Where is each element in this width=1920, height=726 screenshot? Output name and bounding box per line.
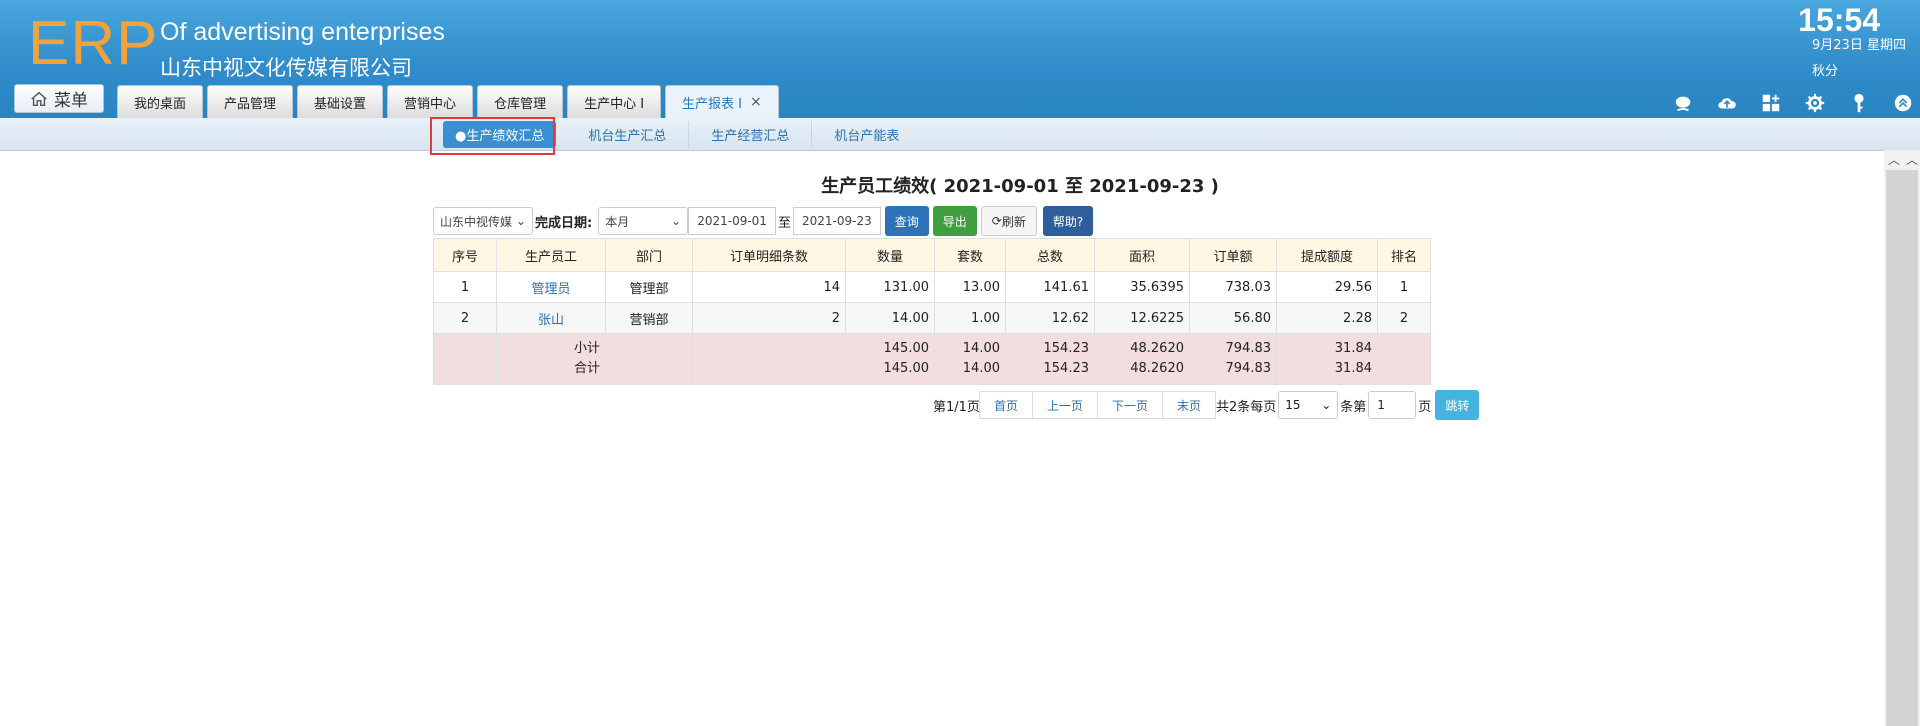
- system-name-en: Of advertising enterprises: [160, 18, 445, 46]
- erp-logo: ERP: [28, 9, 159, 78]
- app-header: ERP Of advertising enterprises 山东中视文化传媒有…: [0, 0, 1920, 118]
- report-subnav: ●生产绩效汇总 机台生产汇总 生产经营汇总 机台产能表: [0, 118, 1920, 151]
- col-header: 序号: [433, 238, 497, 272]
- jump-page-button[interactable]: 跳转: [1435, 390, 1480, 420]
- cloud-upload-icon[interactable]: [1714, 90, 1740, 116]
- key-icon[interactable]: [1846, 90, 1872, 116]
- first-page-button[interactable]: 首页: [978, 391, 1033, 419]
- company-name: 山东中视文化传媒有限公司: [160, 56, 412, 80]
- date-to-input[interactable]: 2021-09-23: [792, 207, 881, 235]
- table-row: 1 管理员 管理部 14 131.00 13.00 141.61 35.6395…: [433, 271, 1431, 303]
- employee-link[interactable]: 张山: [538, 313, 564, 328]
- collapse-up-icon[interactable]: [1890, 90, 1916, 116]
- tab-production-center[interactable]: 生产中心 I: [567, 85, 662, 118]
- col-header: 套数: [934, 238, 1006, 272]
- tab-product-management[interactable]: 产品管理: [207, 85, 294, 118]
- date-range-separator: 至: [777, 215, 791, 231]
- last-page-button[interactable]: 末页: [1161, 391, 1216, 419]
- chat-icon[interactable]: [1670, 90, 1696, 116]
- scroll-top-arrow-icon[interactable]: ︿: [1906, 151, 1918, 168]
- chevron-down-icon: ⌄: [515, 214, 526, 228]
- tab-close-button[interactable]: ×: [750, 94, 762, 110]
- next-page-button[interactable]: 下一页: [1096, 391, 1163, 419]
- table-header-row: 序号 生产员工 部门 订单明细条数 数量 套数 总数 面积 订单额 提成额度 排…: [433, 238, 1431, 272]
- scrollbar-thumb[interactable]: [1886, 170, 1918, 726]
- home-icon: [31, 91, 47, 106]
- query-button[interactable]: 查询: [884, 206, 929, 236]
- clock-date: 9月23日 星期四: [1812, 38, 1906, 53]
- export-button[interactable]: 导出: [932, 206, 977, 236]
- performance-table: 序号 生产员工 部门 订单明细条数 数量 套数 总数 面积 订单额 提成额度 排…: [433, 238, 1431, 385]
- summary-row: 小计 合计 145.00 145.00 14.00 14.00 154.23 154.2…: [433, 333, 1431, 385]
- employee-link[interactable]: 管理员: [531, 282, 570, 297]
- period-select[interactable]: 本月 ⌄: [598, 207, 689, 235]
- page-text: 页: [1418, 399, 1432, 415]
- add-widget-icon[interactable]: [1758, 90, 1784, 116]
- filter-bar: 山东中视传媒 ⌄ 完成日期: 本月 ⌄ 2021-09-01 至 2021-09-2…: [433, 206, 1094, 236]
- tab-marketing-center[interactable]: 营销中心: [387, 85, 474, 118]
- date-from-input[interactable]: 2021-09-01: [688, 207, 776, 235]
- page-number-input[interactable]: 1: [1368, 391, 1417, 419]
- col-header: 总数: [1005, 238, 1095, 272]
- subnav-machine-capacity[interactable]: 机台产能表: [812, 121, 921, 148]
- refresh-icon: ⟳: [991, 214, 1002, 228]
- header-toolbar: [1670, 90, 1916, 116]
- report-title: 生产员工绩效( 2021-09-01 至 2021-09-23 ): [821, 176, 1219, 197]
- highlight-box: [430, 117, 555, 155]
- subnav-production-operation[interactable]: 生产经营汇总: [689, 121, 813, 148]
- table-row: 2 张山 营销部 2 14.00 1.00 12.62 12.6225 56.8…: [433, 302, 1431, 334]
- tab-basic-settings[interactable]: 基础设置: [297, 85, 384, 118]
- company-select[interactable]: 山东中视传媒 ⌄: [433, 207, 533, 235]
- col-header: 生产员工: [496, 238, 606, 272]
- pagination: 第1/1页 首页 上一页 下一页 末页 共2条每页 15 ⌄ 条第 1 页 跳转: [933, 390, 1480, 420]
- date-label: 完成日期:: [535, 215, 593, 231]
- col-header: 面积: [1094, 238, 1190, 272]
- help-button[interactable]: 帮助?: [1042, 206, 1094, 236]
- chevron-down-icon: ⌄: [671, 214, 682, 228]
- chevron-down-icon: ⌄: [1321, 398, 1332, 412]
- col-header: 数量: [845, 238, 935, 272]
- menu-label: 菜单: [54, 91, 88, 111]
- col-header: 提成额度: [1276, 238, 1378, 272]
- scroll-up-arrow-icon[interactable]: ︿: [1888, 151, 1900, 168]
- main-menu-button[interactable]: 菜单: [14, 84, 104, 113]
- subnav-machine-production[interactable]: 机台生产汇总: [566, 121, 690, 148]
- subtotal-label: 小计: [573, 341, 600, 356]
- col-header: 排名: [1377, 238, 1431, 272]
- module-tabs: 我的桌面 产品管理 基础设置 营销中心 仓库管理 生产中心 I 生产报表 I ×: [117, 85, 779, 118]
- tab-my-desktop[interactable]: 我的桌面: [117, 85, 204, 118]
- settings-gear-icon[interactable]: [1802, 90, 1828, 116]
- items-text: 条第: [1340, 399, 1367, 415]
- page-info: 第1/1页: [933, 399, 980, 415]
- prev-page-button[interactable]: 上一页: [1031, 391, 1098, 419]
- tab-production-reports[interactable]: 生产报表 I ×: [665, 85, 779, 118]
- col-header: 订单额: [1189, 238, 1277, 272]
- col-header: 订单明细条数: [692, 238, 846, 272]
- col-header: 部门: [605, 238, 693, 272]
- record-count-text: 共2条每页: [1216, 399, 1277, 415]
- page-size-select[interactable]: 15 ⌄: [1278, 391, 1339, 419]
- refresh-button[interactable]: ⟳ 刷新: [980, 206, 1037, 236]
- solar-term: 秋分: [1812, 64, 1839, 79]
- tab-warehouse-management[interactable]: 仓库管理: [477, 85, 564, 118]
- total-label: 合计: [573, 361, 600, 376]
